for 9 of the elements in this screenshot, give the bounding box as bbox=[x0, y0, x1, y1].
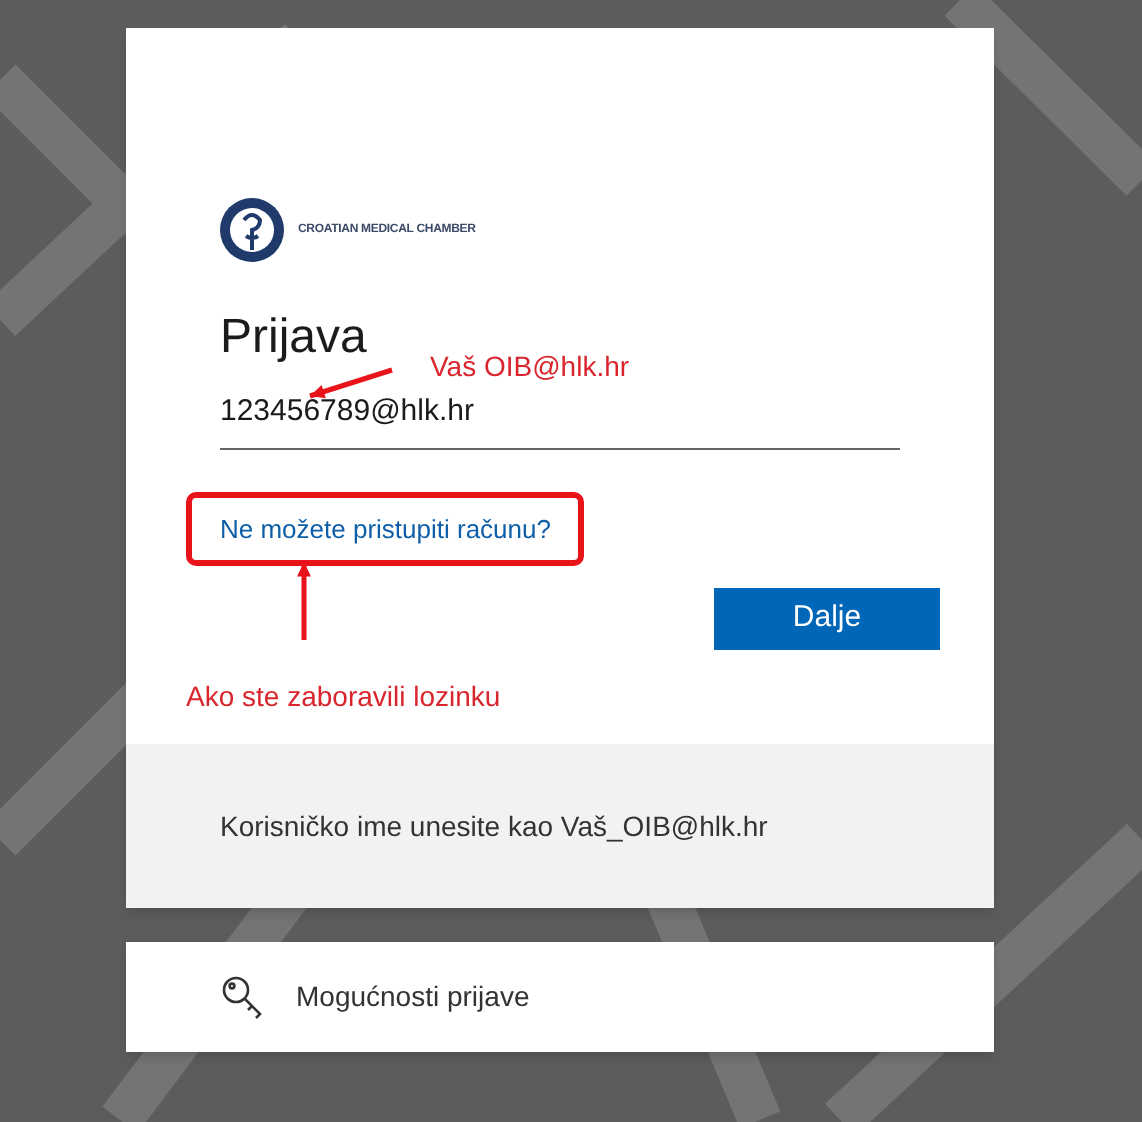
next-button[interactable]: Dalje bbox=[714, 588, 940, 650]
sign-in-options-card[interactable]: Mogućnosti prijave bbox=[126, 942, 994, 1052]
cant-access-account-link[interactable]: Ne možete pristupiti računu? bbox=[192, 497, 579, 560]
annotation-text: Vaš OIB@hlk.hr bbox=[430, 348, 630, 386]
username-field[interactable]: 123456789@hlk.hr bbox=[220, 390, 900, 449]
annotation-text: Ako ste zaboravili lozinku bbox=[186, 678, 501, 716]
caduceus-logo-icon bbox=[218, 196, 286, 264]
username-format-note: Korisničko ime unesite kao Vaš_OIB@hlk.hr bbox=[220, 807, 768, 846]
sign-in-options-label: Mogućnosti prijave bbox=[296, 978, 530, 1016]
